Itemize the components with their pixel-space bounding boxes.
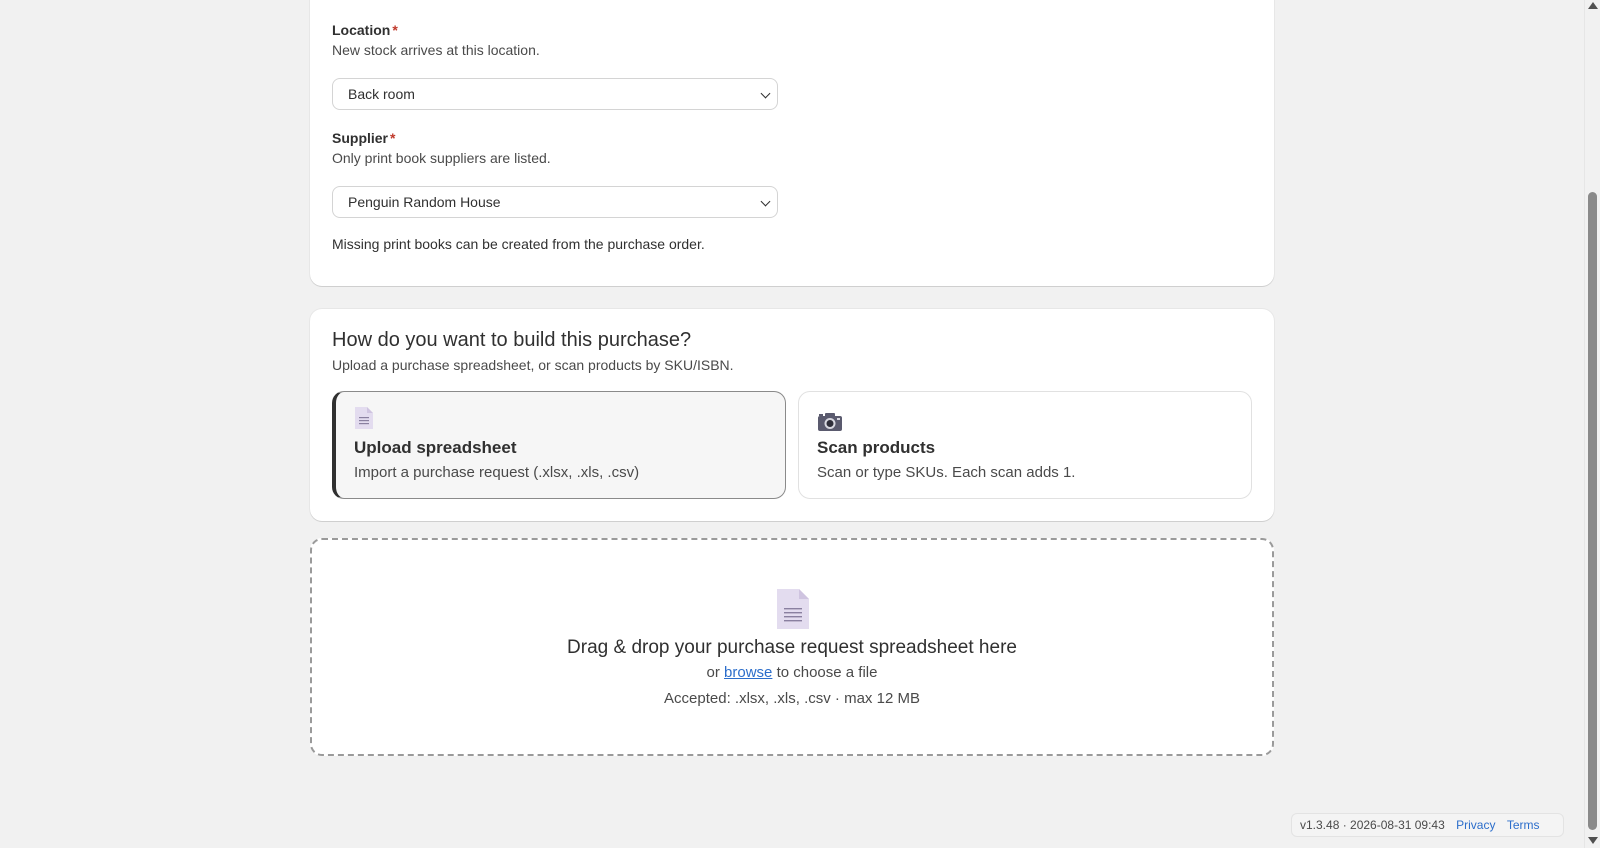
- supplier-select-value: Penguin Random House: [348, 194, 501, 210]
- dropzone-browse-line: or browse to choose a file: [312, 664, 1272, 681]
- dropzone-title: Drag & drop your purchase request spread…: [567, 637, 1017, 658]
- location-select[interactable]: Back room: [332, 78, 778, 110]
- browse-link[interactable]: browse: [724, 664, 772, 681]
- chevron-down-icon: [760, 88, 771, 99]
- supplier-select[interactable]: Penguin Random House: [332, 186, 778, 218]
- location-select-value: Back room: [348, 86, 415, 102]
- supplier-label-text: Supplier: [332, 130, 389, 146]
- location-label-text: Location: [332, 22, 391, 38]
- privacy-link[interactable]: Privacy: [1456, 818, 1495, 832]
- document-icon: [776, 588, 810, 635]
- upload-spreadsheet-option[interactable]: Upload spreadsheet Import a purchase req…: [332, 391, 786, 499]
- scroll-up-arrow-icon[interactable]: [1588, 2, 1598, 9]
- scroll-down-arrow-icon[interactable]: [1588, 837, 1598, 844]
- vertical-scrollbar[interactable]: [1584, 0, 1600, 848]
- browse-suffix: to choose a file: [776, 664, 878, 681]
- scrollbar-thumb[interactable]: [1588, 192, 1597, 830]
- chevron-down-icon: [760, 196, 771, 207]
- terms-link[interactable]: Terms: [1507, 818, 1540, 832]
- build-method-title: How do you want to build this purchase?: [332, 329, 692, 351]
- scan-option-title: Scan products: [817, 438, 936, 457]
- upload-option-description: Import a purchase request (.xlsx, .xls, …: [354, 464, 640, 481]
- app-footer: v1.3.48 · 2026-08-31 09:43 Privacy Terms: [1291, 813, 1564, 837]
- location-label: Location *: [332, 22, 398, 38]
- scan-products-option[interactable]: Scan products Scan or type SKUs. Each sc…: [798, 391, 1252, 499]
- browse-prefix: or: [706, 664, 720, 681]
- build-method-card: How do you want to build this purchase? …: [310, 309, 1274, 521]
- supplier-label: Supplier *: [332, 130, 395, 146]
- required-marker: *: [390, 130, 396, 146]
- supplier-help-text: Only print book suppliers are listed.: [332, 150, 551, 166]
- scan-option-description: Scan or type SKUs. Each scan adds 1.: [817, 464, 1076, 481]
- purchase-settings-card: Location * New stock arrives at this loca…: [310, 0, 1274, 286]
- camera-icon: [817, 412, 843, 437]
- version-text: v1.3.48 · 2026-08-31 09:43: [1300, 818, 1445, 832]
- file-dropzone[interactable]: Drag & drop your purchase request spread…: [310, 538, 1274, 756]
- location-help-text: New stock arrives at this location.: [332, 42, 540, 58]
- accepted-file-types: Accepted: .xlsx, .xls, .csv · max 12 MB: [664, 690, 920, 707]
- required-marker: *: [392, 22, 398, 38]
- missing-books-note: Missing print books can be created from …: [332, 236, 705, 252]
- build-method-subtitle: Upload a purchase spreadsheet, or scan p…: [332, 357, 734, 373]
- document-icon: [354, 406, 374, 435]
- upload-option-title: Upload spreadsheet: [354, 438, 517, 457]
